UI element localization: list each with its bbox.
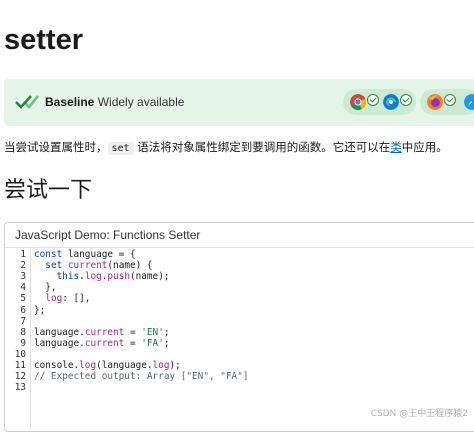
description-text-1: 当尝试设置属性时， <box>4 140 108 154</box>
page-title: setter <box>4 24 83 56</box>
firefox-icon <box>427 94 443 110</box>
code-line: const language = { <box>34 249 136 260</box>
safari-icon <box>464 94 474 110</box>
class-link[interactable]: 类 <box>390 140 402 154</box>
line-number: 4 <box>20 282 26 294</box>
line-number: 9 <box>20 337 26 349</box>
baseline-status: Widely available <box>97 95 185 109</box>
baseline-label: Baseline <box>45 95 95 109</box>
code-line: language.current = 'FA'; <box>34 337 170 349</box>
firefox-supported-icon <box>444 94 456 106</box>
browser-group-1 <box>343 89 416 115</box>
code-line: set current(name) { <box>45 260 153 272</box>
line-number: 2 <box>20 260 26 272</box>
code-line: console.log(language.log); <box>34 360 181 371</box>
description: 当尝试设置属性时， set 语法将对象属性绑定到要调用的函数。它还可以在类中应用。 <box>4 138 474 158</box>
browser-group-2 <box>420 89 474 115</box>
line-number: 1 <box>20 249 26 260</box>
code-line: }; <box>34 304 46 316</box>
description-text-2: 语法将对象属性绑定到要调用的函数。它还可以在 <box>133 140 391 154</box>
baseline-banner[interactable]: Baseline Widely available <box>4 79 474 126</box>
edge-icon <box>383 94 399 110</box>
line-number: 11 <box>14 360 26 371</box>
gutter-divider <box>30 249 31 429</box>
code-line: log: [], <box>45 293 91 305</box>
demo-panel: JavaScript Demo: Functions Setter 1 const… <box>4 222 474 432</box>
baseline-check-icon <box>15 95 40 109</box>
code-line: // Expected output: Array ["EN", "FA"] <box>34 371 249 383</box>
chrome-icon <box>350 94 366 110</box>
line-number: 6 <box>20 304 26 316</box>
line-number: 10 <box>14 348 26 360</box>
line-number: 7 <box>20 315 26 327</box>
demo-title: JavaScript Demo: Functions Setter <box>5 223 474 248</box>
description-text-3: 中应用。 <box>401 140 448 154</box>
code-line: this.log.push(name); <box>56 271 170 283</box>
code-line: }, <box>34 282 57 294</box>
section-heading: 尝试一下 <box>4 178 93 203</box>
set-code: set <box>107 142 134 155</box>
line-number: 12 <box>14 371 26 383</box>
line-number: 5 <box>20 293 26 305</box>
line-number: 8 <box>20 326 26 338</box>
chrome-supported-icon <box>367 94 379 106</box>
code-line: language.current = 'EN'; <box>34 326 170 338</box>
line-number: 3 <box>20 271 26 283</box>
line-number: 13 <box>14 382 26 394</box>
edge-supported-icon <box>400 94 412 106</box>
baseline-text: Baseline Widely available <box>45 94 184 110</box>
watermark: CSDN @王中王程序猿2 <box>370 409 468 419</box>
